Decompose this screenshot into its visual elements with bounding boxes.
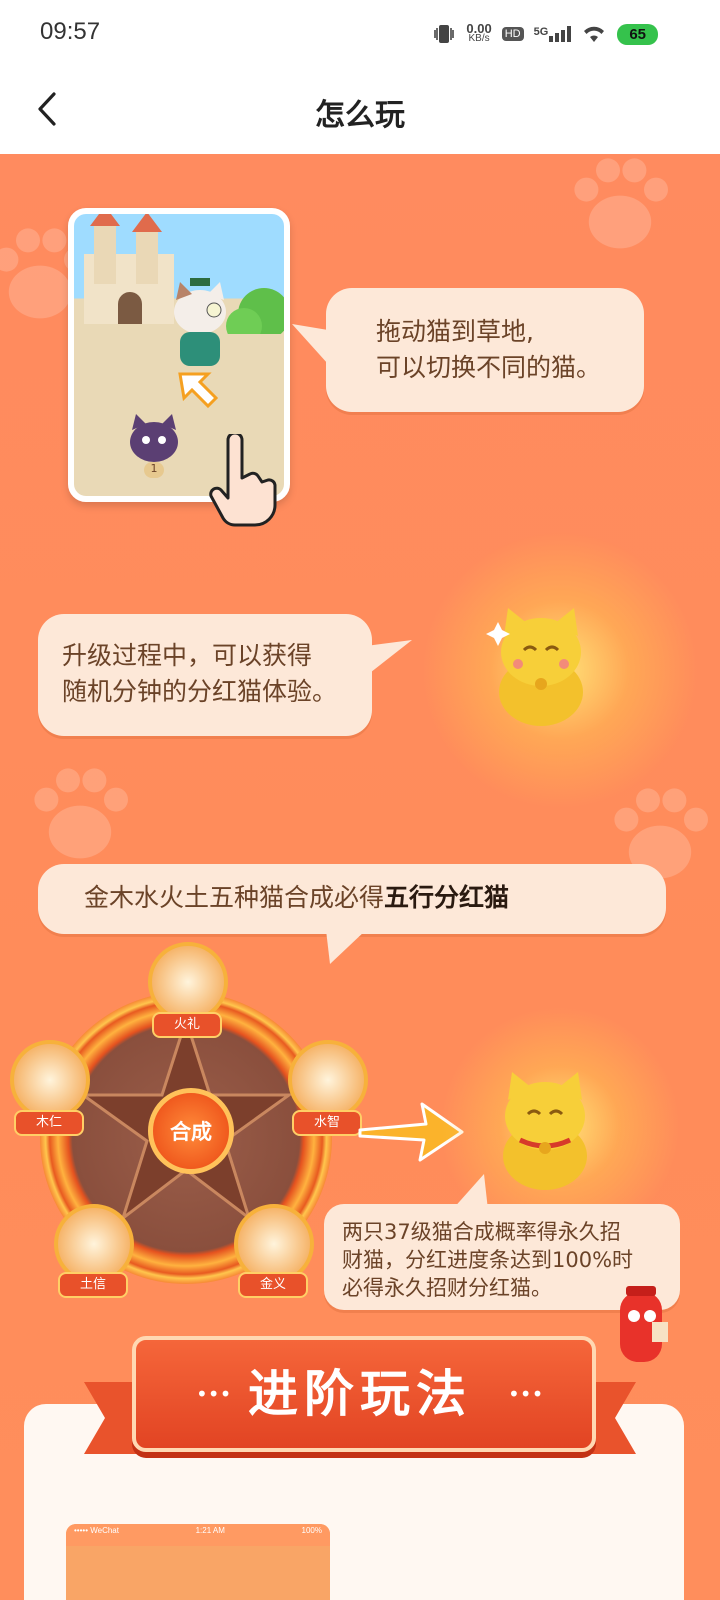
tip-bubble-line: 财猫，分红进度条达到100%时 [342, 1248, 634, 1272]
preview-status-bar: ••••• WeChat 1:21 AM 100% [66, 1524, 330, 1546]
advanced-banner-title: 进阶玩法 [248, 1365, 472, 1423]
vibrate-icon [434, 25, 455, 43]
status-time: 09:57 [40, 18, 101, 45]
preview-status-left: ••••• WeChat [74, 1526, 119, 1535]
tip-bubble-upgrade: 升级过程中，可以获得 随机分钟的分红猫体验。 [38, 614, 372, 736]
battery-indicator: 65 [617, 23, 658, 45]
tip-bubble-merge: 金木水火土五种猫合成必得五行分红猫 [38, 864, 666, 934]
element-label-fire: 火礼 [152, 1012, 222, 1038]
bubble-tail [366, 640, 412, 676]
slot-badge: 1 [144, 462, 164, 478]
purple-cat-icon [130, 414, 178, 462]
element-node-fire [148, 942, 228, 1022]
element-node-wood [10, 1040, 90, 1120]
tip-bubble-line: 可以切换不同的猫。 [376, 353, 602, 382]
status-bar: 09:57 0.00 KB/s HD 5G 65 [0, 0, 720, 68]
page-title: 怎么玩 [315, 98, 405, 133]
cat-character-icon [174, 278, 226, 366]
bubble-tail [292, 324, 328, 364]
preview-status-right: 100% [301, 1526, 322, 1535]
preview-status-time: 1:21 AM [195, 1526, 225, 1535]
status-icons: 0.00 KB/s HD 5G 65 [432, 20, 658, 48]
pointing-hand-icon [209, 434, 277, 527]
tip-bubble-drag: 拖动猫到草地, 可以切换不同的猫。 [326, 288, 644, 412]
net-speed: 0.00 KB/s [466, 22, 491, 44]
element-label-metal: 金义 [238, 1272, 308, 1298]
tip-bubble-line: 两只37级猫合成概率得永久招 [342, 1220, 621, 1244]
bubble-tail [326, 930, 366, 964]
merge-center-button: 合成 [148, 1088, 234, 1174]
merge-text-prefix: 金木水火土五种猫合成必得 [84, 883, 385, 912]
golden-lucky-cat-icon [503, 1072, 587, 1190]
tip-bubble-line: 升级过程中，可以获得 [62, 641, 313, 670]
paw-print-icon [574, 158, 668, 249]
hd-badge: HD [501, 27, 524, 41]
advanced-preview-screenshot: ••••• WeChat 1:21 AM 100% [66, 1524, 330, 1600]
signal-bars-icon [549, 26, 572, 42]
up-arrow-icon [178, 372, 219, 409]
page-header: 怎么玩 [0, 68, 720, 154]
red-envelope-mascot-icon[interactable] [606, 1282, 672, 1370]
net-speed-unit: KB/s [468, 33, 490, 44]
tip-bubble-line: 拖动猫到草地, [376, 317, 534, 346]
golden-lucky-cat-icon [486, 608, 583, 726]
signal-label: 5G [533, 26, 549, 38]
bubble-tail [452, 1174, 488, 1210]
element-label-wood: 木仁 [14, 1110, 84, 1136]
how-to-play-content: 1 拖动猫到草地, 可以切换不同的猫。 升级过程中，可以获得 随机分钟的分红猫体… [0, 154, 720, 1600]
wifi-icon [584, 26, 605, 42]
element-label-water: 水智 [292, 1110, 362, 1136]
paw-print-icon [34, 768, 128, 859]
tip-bubble-line: 随机分钟的分红猫体验。 [62, 677, 338, 706]
element-label-earth: 土信 [58, 1272, 128, 1298]
signal-indicator: 5G [534, 26, 572, 42]
merge-text-highlight: 五行分红猫 [384, 883, 510, 912]
